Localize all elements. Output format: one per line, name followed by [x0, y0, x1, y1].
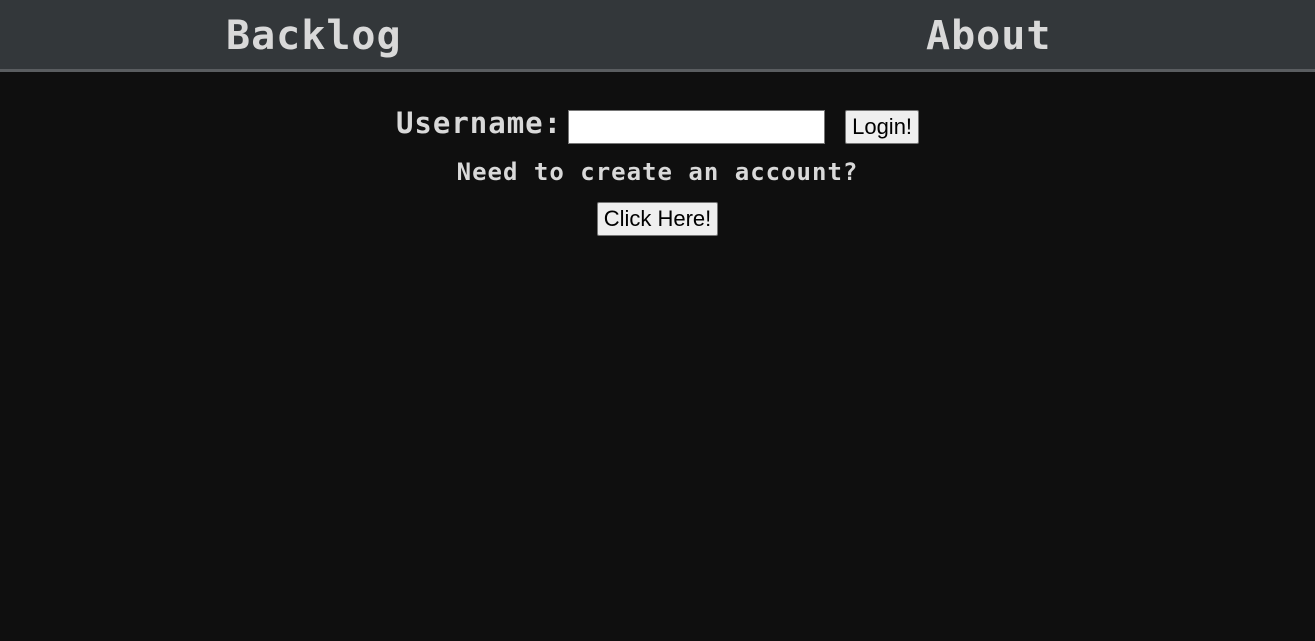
create-account-button[interactable]: Click Here! — [596, 202, 719, 236]
create-account-prompt: Need to create an account? — [456, 158, 859, 186]
top-navbar: Backlog About — [0, 0, 1315, 72]
nav-link-about[interactable]: About — [926, 10, 1051, 62]
login-form: Username: Login! — [0, 106, 1315, 144]
signup-row: Click Here! — [0, 202, 1315, 236]
username-label: Username: — [395, 106, 563, 140]
login-button[interactable]: Login! — [845, 110, 920, 144]
main-content: Username: Login! Need to create an accou… — [0, 75, 1315, 641]
nav-link-backlog[interactable]: Backlog — [226, 10, 402, 62]
username-input[interactable] — [568, 110, 826, 144]
